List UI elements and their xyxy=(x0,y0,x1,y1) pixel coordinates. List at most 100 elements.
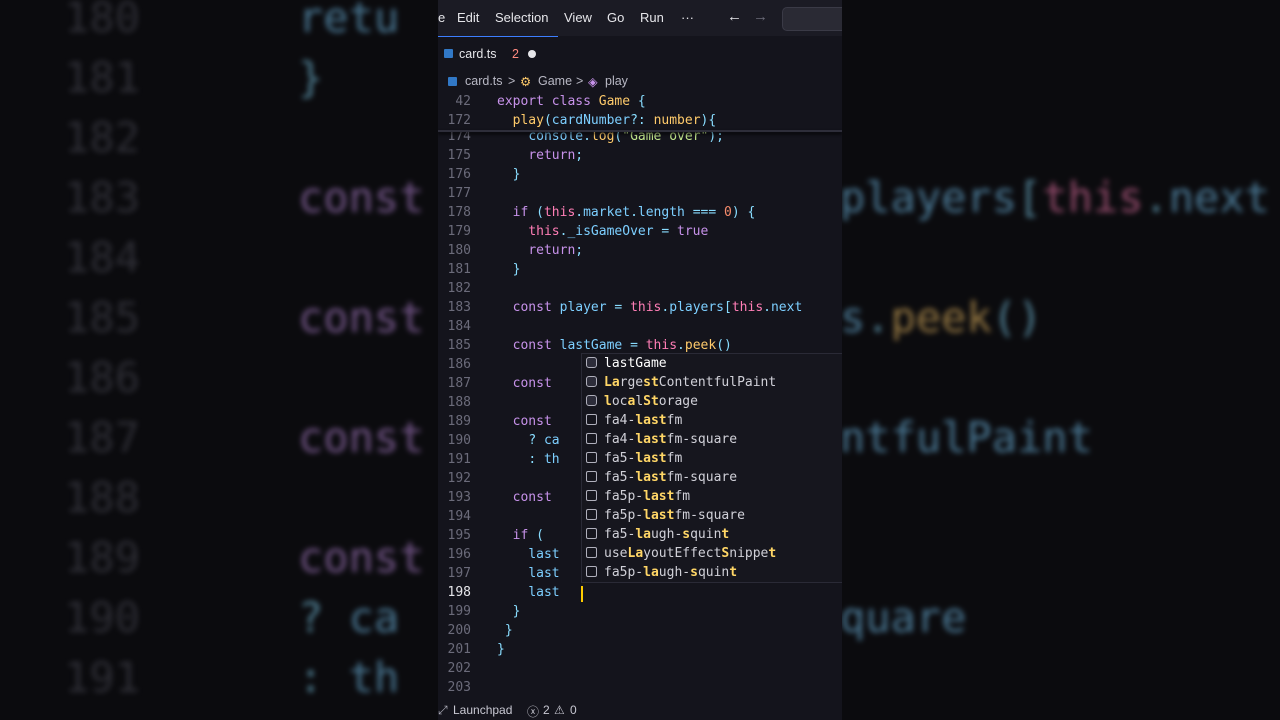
code-line[interactable]: 202 xyxy=(438,659,842,678)
background-line-number: 185 xyxy=(64,293,140,342)
code-text: } xyxy=(512,604,521,619)
variable-icon xyxy=(586,376,597,387)
suggestion-item[interactable]: fa5p-lastfm-square xyxy=(582,506,842,525)
background-code-text: quare xyxy=(840,593,967,642)
method-icon: ◈ xyxy=(588,75,598,89)
code-text: const xyxy=(512,490,552,505)
warning-icon[interactable]: ⚠ xyxy=(554,703,565,717)
code-line[interactable]: 198 last xyxy=(438,583,842,602)
background-code-text: retu xyxy=(298,0,400,42)
menu-selection[interactable]: Selection xyxy=(495,10,548,25)
variable-icon xyxy=(586,395,597,406)
suggestion-label: fa5-lastfm-square xyxy=(604,470,738,485)
suggestion-item[interactable]: fa5-laugh-squint xyxy=(582,525,842,544)
suggestion-label: fa5p-lastfm-square xyxy=(604,508,745,523)
menu-edit[interactable]: Edit xyxy=(457,10,479,25)
background-code-text: : th xyxy=(298,653,400,702)
code-line[interactable]: 178 if (this.market.length === 0) { xyxy=(438,203,842,222)
suggestion-label: fa4-lastfm xyxy=(604,413,683,428)
suggestion-item[interactable]: LargestContentfulPaint xyxy=(582,373,842,392)
code-line[interactable]: 199 } xyxy=(438,602,842,621)
back-arrow-icon[interactable]: ← xyxy=(727,8,742,25)
suggestion-item[interactable]: fa5p-lastfm xyxy=(582,487,842,506)
menu-view[interactable]: View xyxy=(564,10,592,25)
code-line[interactable]: 184 xyxy=(438,317,842,336)
command-center-search[interactable] xyxy=(782,7,842,31)
code-line[interactable]: 200 } xyxy=(438,621,842,640)
line-number: 193 xyxy=(447,490,471,505)
suggestion-item[interactable]: useLayoutEffectSnippet xyxy=(582,544,842,563)
suggestion-item[interactable]: fa5-lastfm xyxy=(582,449,842,468)
more-menu-icon[interactable]: ··· xyxy=(681,10,694,25)
code-text: } xyxy=(512,167,521,182)
tab-card-ts[interactable]: card.ts 2 xyxy=(438,36,558,71)
line-number: 199 xyxy=(447,604,471,619)
suggestion-item[interactable]: fa5-lastfm-square xyxy=(582,468,842,487)
code-line[interactable]: 182 xyxy=(438,279,842,298)
breadcrumb-class[interactable]: Game xyxy=(538,74,572,88)
code-text: last xyxy=(528,547,560,562)
snippet-icon xyxy=(586,528,597,539)
menu-run[interactable]: Run xyxy=(640,10,664,25)
background-line-number: 190 xyxy=(64,593,140,642)
suggestion-widget[interactable]: lastGame LargestContentfulPaint localStora… xyxy=(581,353,842,583)
background-code-text: players[this.next xyxy=(840,173,1270,222)
line-number: 194 xyxy=(447,509,471,524)
breadcrumb-separator: > xyxy=(508,74,516,88)
code-text: this._isGameOver = true xyxy=(528,224,709,239)
code-line[interactable]: 201} xyxy=(438,640,842,659)
code-line[interactable]: 183 const player = this.players[this.nex… xyxy=(438,298,842,317)
background-line-number: 184 xyxy=(64,233,140,282)
line-number: 201 xyxy=(447,642,471,657)
suggestion-label: fa4-lastfm-square xyxy=(604,432,738,447)
suggestion-item[interactable]: fa5p-laugh-squint xyxy=(582,563,842,582)
code-line[interactable]: 175 return; xyxy=(438,146,842,165)
suggestion-item[interactable]: fa4-lastfm xyxy=(582,411,842,430)
code-text: if (this.market.length === 0) { xyxy=(512,205,756,220)
code-text: last xyxy=(528,585,560,600)
breadcrumb-method[interactable]: play xyxy=(605,74,628,88)
line-number: 184 xyxy=(447,319,471,334)
breadcrumb-file[interactable]: card.ts xyxy=(465,74,503,88)
code-line[interactable]: 181 } xyxy=(438,260,842,279)
code-text: return; xyxy=(528,148,584,163)
background-code-text: const xyxy=(298,173,425,222)
line-number: 197 xyxy=(447,566,471,581)
code-line[interactable]: 177 xyxy=(438,184,842,203)
tab-problem-count: 2 xyxy=(512,47,519,61)
snippet-icon xyxy=(586,452,597,463)
code-text: const xyxy=(512,376,552,391)
code-line[interactable]: 179 this._isGameOver = true xyxy=(438,222,842,241)
code-line[interactable]: 180 return; xyxy=(438,241,842,260)
code-text: export class Game { xyxy=(497,94,646,109)
forward-arrow-icon[interactable]: → xyxy=(753,8,768,25)
sticky-scroll-divider xyxy=(438,130,842,132)
unsaved-dot-icon[interactable] xyxy=(528,50,536,58)
code-line[interactable]: 42 export class Game { xyxy=(438,92,842,111)
line-number: 191 xyxy=(447,452,471,467)
background-line-number: 181 xyxy=(64,53,140,102)
suggestion-item[interactable]: localStorage xyxy=(582,392,842,411)
menu-go[interactable]: Go xyxy=(607,10,624,25)
suggestion-label: localStorage xyxy=(604,394,698,409)
editor-panel: e Edit Selection View Go Run ··· ← → car… xyxy=(438,0,842,720)
suggestion-label: LargestContentfulPaint xyxy=(604,375,777,390)
suggestion-item[interactable]: fa4-lastfm-square xyxy=(582,430,842,449)
menu-bar: e Edit Selection View Go Run ··· ← → xyxy=(438,0,842,36)
error-icon[interactable]: ⓧ xyxy=(527,703,539,720)
status-warning-count[interactable]: 0 xyxy=(570,703,577,717)
status-error-count[interactable]: 2 xyxy=(543,703,550,717)
remote-icon[interactable]: ⤢ xyxy=(438,703,448,718)
status-remote-label[interactable]: Launchpad xyxy=(453,703,512,717)
line-number: 178 xyxy=(447,205,471,220)
line-number: 179 xyxy=(447,224,471,239)
line-number: 181 xyxy=(447,262,471,277)
suggestion-item[interactable]: lastGame xyxy=(582,354,842,373)
tab-bar: card.ts 2 xyxy=(438,36,842,70)
code-line[interactable]: 203 xyxy=(438,678,842,697)
background-code-text: ? ca xyxy=(298,593,400,642)
line-number: 188 xyxy=(447,395,471,410)
snippet-icon xyxy=(586,566,597,577)
code-line[interactable]: 176 } xyxy=(438,165,842,184)
snippet-icon xyxy=(586,433,597,444)
